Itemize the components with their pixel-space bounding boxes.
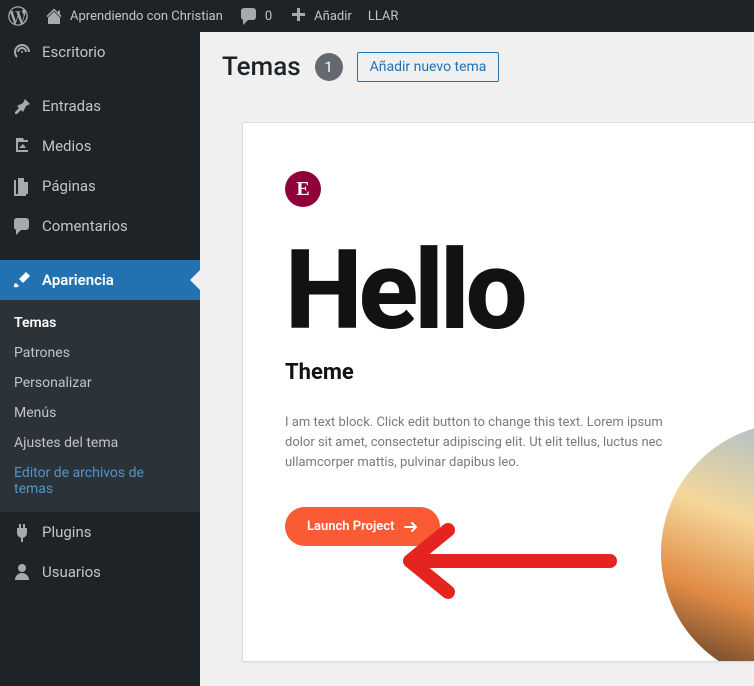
elementor-badge-icon: E <box>285 171 321 207</box>
launch-label: Launch Project <box>307 519 394 534</box>
llar-link[interactable]: LLAR <box>360 0 407 32</box>
sidebar-item-label: Medios <box>42 137 91 155</box>
plugin-icon <box>12 522 32 542</box>
wp-logo[interactable] <box>0 0 36 32</box>
main-content: Temas 1 Añadir nuevo tema E Hello Theme … <box>200 32 754 686</box>
site-name: Aprendiendo con Christian <box>70 9 223 24</box>
page-heading: Temas 1 Añadir nuevo tema <box>222 52 732 82</box>
wordpress-icon <box>8 6 28 26</box>
user-icon <box>12 562 32 582</box>
admin-sidebar: Escritorio Entradas Medios Páginas <box>0 32 200 686</box>
arrow-right-icon <box>404 522 418 532</box>
launch-project-button[interactable]: Launch Project <box>285 507 440 546</box>
submenu-item-menus[interactable]: Menús <box>0 398 200 428</box>
media-icon <box>12 136 32 156</box>
pin-icon <box>12 96 32 116</box>
submenu-item-customize[interactable]: Personalizar <box>0 368 200 398</box>
page-title: Temas <box>222 52 301 82</box>
appearance-submenu: Temas Patrones Personalizar Menús Ajuste… <box>0 300 200 512</box>
sidebar-item-users[interactable]: Usuarios <box>0 552 200 592</box>
comments-icon <box>12 216 32 236</box>
site-home-link[interactable]: Aprendiendo con Christian <box>36 0 231 32</box>
pages-icon <box>12 176 32 196</box>
admin-bar: Aprendiendo con Christian 0 Añadir LLAR <box>0 0 754 32</box>
sidebar-item-label: Comentarios <box>42 217 128 235</box>
sidebar-item-label: Usuarios <box>42 563 101 581</box>
plus-icon <box>288 6 308 26</box>
home-icon <box>44 6 64 26</box>
sidebar-item-label: Plugins <box>42 523 91 541</box>
sidebar-item-pages[interactable]: Páginas <box>0 166 200 206</box>
submenu-item-theme-settings[interactable]: Ajustes del tema <box>0 428 200 458</box>
sidebar-item-label: Escritorio <box>42 43 105 61</box>
submenu-item-themes[interactable]: Temas <box>0 308 200 338</box>
theme-title: Hello <box>285 241 719 340</box>
sidebar-item-appearance[interactable]: Apariencia <box>0 260 200 300</box>
theme-count-badge: 1 <box>315 53 343 81</box>
comments-count: 0 <box>265 9 272 24</box>
sidebar-item-label: Entradas <box>42 97 101 115</box>
llar-label: LLAR <box>368 9 399 24</box>
add-new-theme-button[interactable]: Añadir nuevo tema <box>357 52 500 82</box>
sidebar-item-comments[interactable]: Comentarios <box>0 206 200 246</box>
comment-icon <box>239 6 259 26</box>
sidebar-item-dashboard[interactable]: Escritorio <box>0 32 200 72</box>
add-new-link[interactable]: Añadir <box>280 0 360 32</box>
sidebar-item-plugins[interactable]: Plugins <box>0 512 200 552</box>
add-new-label: Añadir <box>314 9 352 24</box>
theme-description: I am text block. Click edit button to ch… <box>285 413 665 473</box>
theme-subtitle: Theme <box>285 360 719 385</box>
brush-icon <box>12 270 32 290</box>
sidebar-item-label: Apariencia <box>42 271 114 289</box>
sidebar-item-media[interactable]: Medios <box>0 126 200 166</box>
submenu-item-patterns[interactable]: Patrones <box>0 338 200 368</box>
dashboard-icon <box>12 42 32 62</box>
comments-link[interactable]: 0 <box>231 0 280 32</box>
submenu-item-theme-file-editor[interactable]: Editor de archivos de temas <box>0 458 200 504</box>
sidebar-item-posts[interactable]: Entradas <box>0 86 200 126</box>
theme-card[interactable]: E Hello Theme I am text block. Click edi… <box>242 122 754 662</box>
sidebar-item-label: Páginas <box>42 177 96 195</box>
